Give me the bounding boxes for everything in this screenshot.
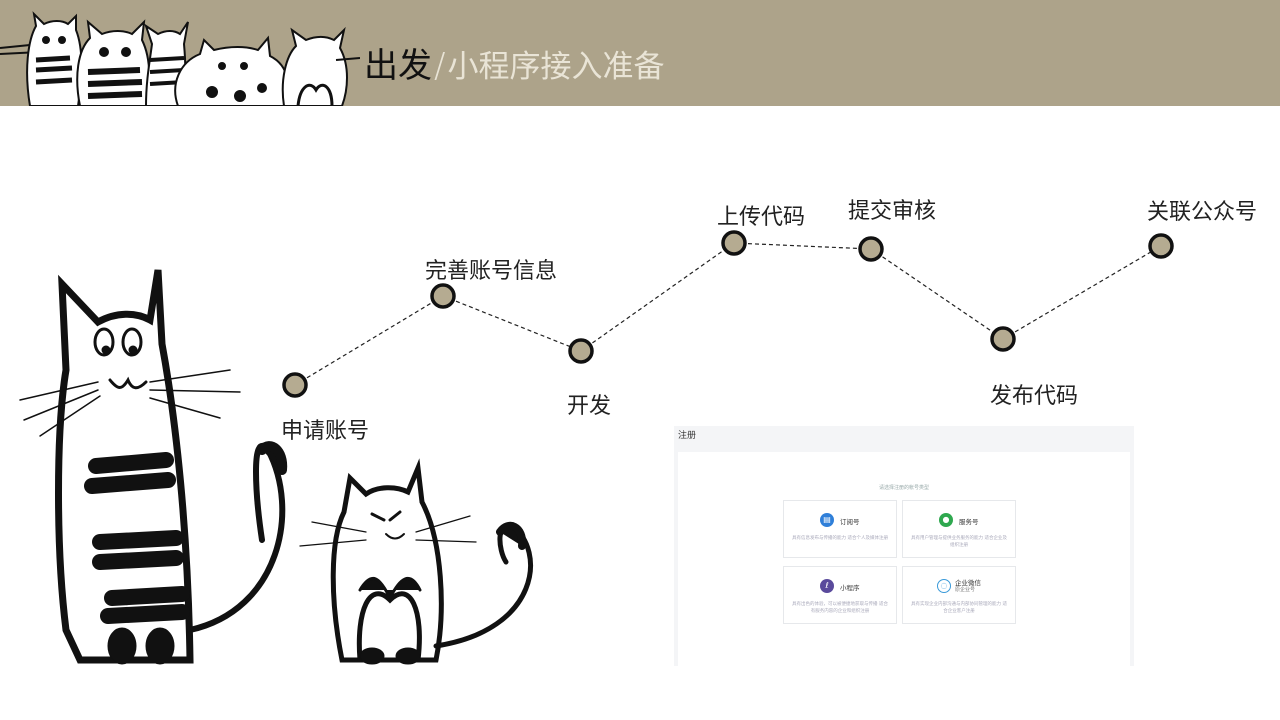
step-label-submit-review: 提交审核 bbox=[848, 199, 937, 224]
step-label-develop: 开发 bbox=[567, 394, 612, 419]
timeline-node bbox=[1148, 233, 1174, 259]
card-subtitle: 原企业号 bbox=[955, 587, 976, 593]
service-icon: ● bbox=[939, 513, 953, 527]
card-name: 服务号 bbox=[959, 518, 979, 526]
step-label-publish-code: 发布代码 bbox=[990, 384, 1079, 409]
timeline-node bbox=[990, 326, 1016, 352]
timeline-connector bbox=[870, 248, 1004, 340]
timeline-node bbox=[430, 283, 456, 309]
card-name: 小程序 bbox=[840, 584, 860, 592]
card-description: 具有实现企业内部沟通与内部协同管理的能力 适合企业客户注册 bbox=[911, 602, 1007, 614]
timeline-connector bbox=[733, 242, 872, 250]
timeline-connector bbox=[580, 242, 735, 352]
work-wechat-icon: ◌ bbox=[937, 579, 951, 593]
step-label-link-official-account: 关联公众号 bbox=[1147, 200, 1258, 225]
screenshot-panel: 请选择注册的帐号类型 ▤ 订阅号 具有信息发布与传播的能力 适合个人及媒体注册 … bbox=[678, 452, 1130, 666]
step-label-upload-code: 上传代码 bbox=[717, 205, 806, 230]
account-type-hint: 请选择注册的帐号类型 bbox=[878, 485, 929, 491]
timeline-connector bbox=[1002, 245, 1162, 340]
account-card-service[interactable]: ● 服务号 具有用户管理与提供业务服务的能力 适合企业及组织注册 bbox=[902, 500, 1016, 558]
mini-program-icon: ℓ bbox=[820, 579, 834, 593]
timeline-connector bbox=[294, 295, 444, 386]
timeline-node bbox=[282, 372, 308, 398]
account-card-subscription[interactable]: ▤ 订阅号 具有信息发布与传播的能力 适合个人及媒体注册 bbox=[783, 500, 897, 558]
card-description: 具有出色的体验，可以被便捷地获取与传播 适合有服务内容的企业和组织注册 bbox=[792, 602, 888, 614]
account-card-work-wechat[interactable]: ◌ 企业微信 原企业号 具有实现企业内部沟通与内部协同管理的能力 适合企业客户注… bbox=[902, 566, 1016, 624]
screenshot-title: 注册 bbox=[678, 431, 697, 441]
registration-screenshot: 注册 请选择注册的帐号类型 ▤ 订阅号 具有信息发布与传播的能力 适合个人及媒体… bbox=[674, 426, 1134, 666]
timeline-connector bbox=[442, 295, 582, 352]
subscription-icon: ▤ bbox=[820, 513, 834, 527]
card-description: 具有信息发布与传播的能力 适合个人及媒体注册 bbox=[792, 536, 888, 541]
step-label-apply-account: 申请账号 bbox=[281, 419, 370, 444]
step-label-complete-info: 完善账号信息 bbox=[425, 259, 558, 284]
card-description: 具有用户管理与提供业务服务的能力 适合企业及组织注册 bbox=[911, 536, 1007, 548]
card-name: 订阅号 bbox=[840, 518, 860, 526]
timeline-node bbox=[568, 338, 594, 364]
timeline-node bbox=[721, 230, 747, 256]
timeline-node bbox=[858, 236, 884, 262]
account-card-mini-program[interactable]: ℓ 小程序 具有出色的体验，可以被便捷地获取与传播 适合有服务内容的企业和组织注… bbox=[783, 566, 897, 624]
